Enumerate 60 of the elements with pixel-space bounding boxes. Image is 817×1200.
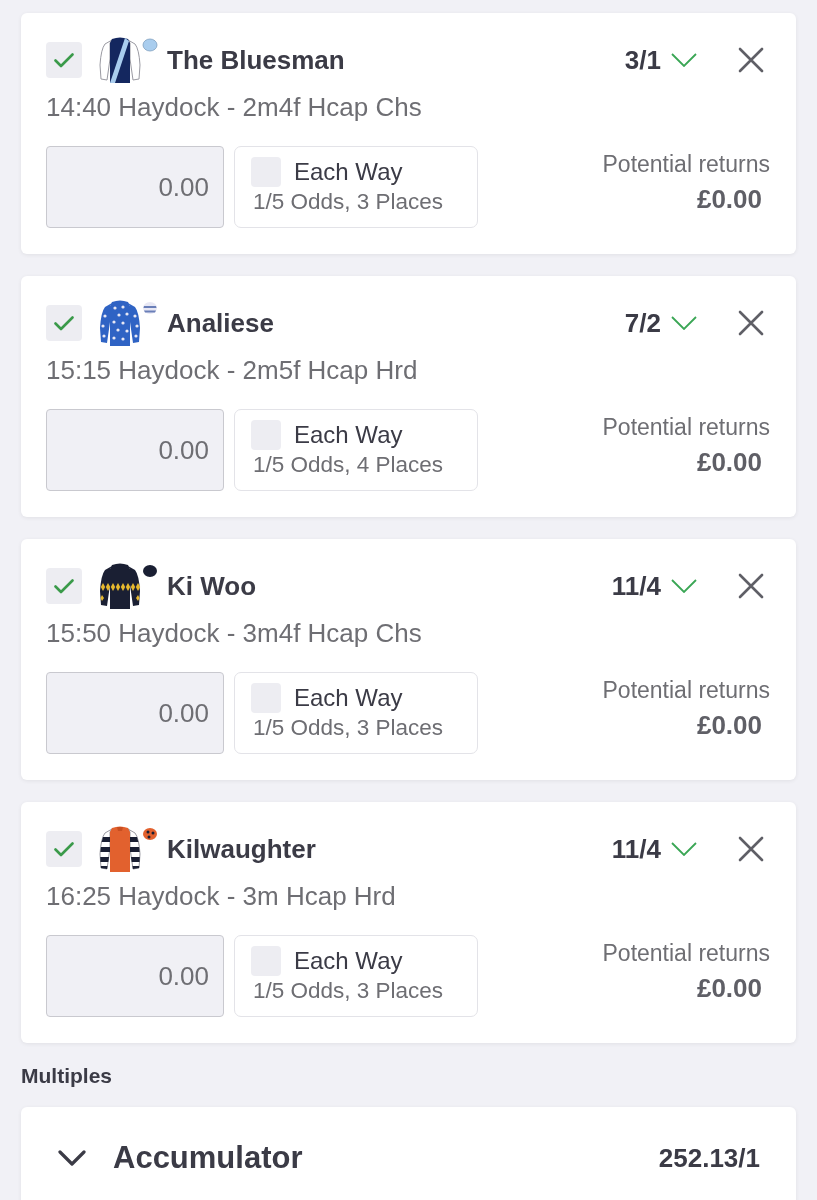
each-way-terms: 1/5 Odds, 3 Places xyxy=(253,978,445,1004)
selection-checkbox[interactable] xyxy=(46,831,82,867)
horse-name: Ki Woo xyxy=(167,570,257,602)
horse-name: The Bluesman xyxy=(167,44,345,76)
each-way-label: Each Way xyxy=(294,947,403,975)
each-way-terms: 1/5 Odds, 3 Places xyxy=(253,715,445,741)
each-way-label: Each Way xyxy=(294,684,403,712)
chevron-down-icon xyxy=(671,53,697,67)
odds-dropdown[interactable]: 3/1 xyxy=(624,44,697,76)
jockey-silks-icon xyxy=(98,824,160,874)
race-info: 16:25 Haydock - 3m Hcap Hrd xyxy=(46,880,397,912)
selection-checkbox[interactable] xyxy=(46,568,82,604)
potential-returns-label: Potential returns xyxy=(602,413,770,441)
each-way-label: Each Way xyxy=(294,421,403,449)
checkmark-icon xyxy=(54,841,74,857)
stake-input[interactable]: 0.00 xyxy=(46,935,224,1017)
chevron-down-icon[interactable] xyxy=(58,1150,86,1166)
remove-button[interactable] xyxy=(738,836,764,862)
race-info: 14:40 Haydock - 2m4f Hcap Chs xyxy=(46,91,423,123)
potential-returns-value: £0.00 xyxy=(696,972,762,1004)
stake-input[interactable]: 0.00 xyxy=(46,409,224,491)
horse-name: Kilwaughter xyxy=(167,833,316,865)
selection-checkbox[interactable] xyxy=(46,42,82,78)
checkmark-icon xyxy=(54,315,74,331)
odds-dropdown[interactable]: 11/4 xyxy=(611,570,697,602)
chevron-down-icon xyxy=(671,579,697,593)
close-icon xyxy=(738,310,764,336)
race-info: 15:15 Haydock - 2m5f Hcap Hrd xyxy=(46,354,419,386)
potential-returns-value: £0.00 xyxy=(696,709,762,741)
section-title: Multiples xyxy=(21,1063,112,1089)
jockey-silks-icon xyxy=(98,561,160,611)
potential-returns-label: Potential returns xyxy=(602,939,770,967)
multiple-bet-odds: 252.13/1 xyxy=(658,1142,760,1174)
potential-returns-label: Potential returns xyxy=(602,676,770,704)
close-icon xyxy=(738,836,764,862)
close-icon xyxy=(738,573,764,599)
close-icon xyxy=(738,47,764,73)
each-way-terms: 1/5 Odds, 3 Places xyxy=(253,189,445,215)
potential-returns-value: £0.00 xyxy=(696,183,762,215)
horse-name: Analiese xyxy=(167,307,274,339)
selection-checkbox[interactable] xyxy=(46,305,82,341)
each-way-label: Each Way xyxy=(294,158,403,186)
odds-dropdown[interactable]: 7/2 xyxy=(624,307,697,339)
chevron-down-icon xyxy=(671,842,697,856)
remove-button[interactable] xyxy=(738,573,764,599)
odds-dropdown[interactable]: 11/4 xyxy=(611,833,697,865)
potential-returns-label: Potential returns xyxy=(602,150,770,178)
potential-returns-value: £0.00 xyxy=(696,446,762,478)
checkmark-icon xyxy=(54,578,74,594)
checkmark-icon xyxy=(54,52,74,68)
remove-button[interactable] xyxy=(738,47,764,73)
stake-input[interactable]: 0.00 xyxy=(46,146,224,228)
jockey-silks-icon xyxy=(98,298,160,348)
each-way-terms: 1/5 Odds, 4 Places xyxy=(253,452,445,478)
remove-button[interactable] xyxy=(738,310,764,336)
stake-input[interactable]: 0.00 xyxy=(46,672,224,754)
multiple-bet-title: Accumulator xyxy=(113,1140,303,1176)
race-info: 15:50 Haydock - 3m4f Hcap Chs xyxy=(46,617,423,649)
chevron-down-icon xyxy=(671,316,697,330)
jockey-silks-icon xyxy=(98,35,160,85)
